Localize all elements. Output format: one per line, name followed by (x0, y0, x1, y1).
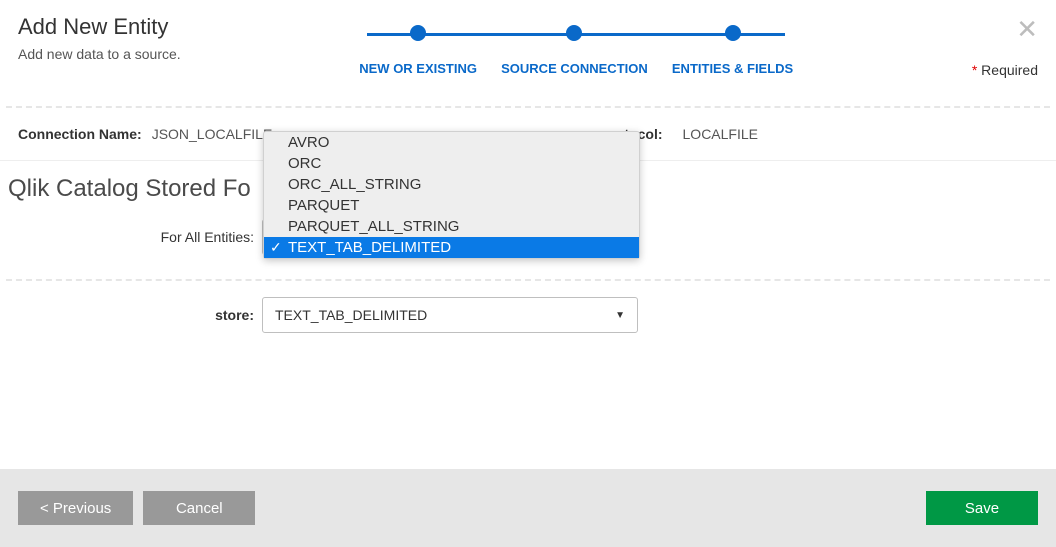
connection-name-value: JSON_LOCALFILE_ (152, 126, 280, 142)
dialog-footer: < Previous Cancel Save (0, 469, 1056, 547)
close-icon[interactable]: ✕ (1016, 16, 1038, 42)
page-title: Add New Entity (18, 14, 181, 40)
connection-protocol-value: LOCALFILE (683, 126, 758, 142)
divider (6, 279, 1050, 281)
step-label: SOURCE CONNECTION (501, 61, 648, 76)
connection-name-label: Connection Name: (18, 126, 142, 142)
step-dot-icon (410, 25, 426, 41)
page-subtitle: Add new data to a source. (18, 46, 181, 62)
step-source-connection[interactable]: SOURCE CONNECTION (501, 25, 648, 76)
step-label: NEW OR EXISTING (359, 61, 477, 76)
step-dot-icon (566, 25, 582, 41)
dropdown-option[interactable]: PARQUET_ALL_STRING (264, 216, 639, 237)
all-entities-label: For All Entities: (0, 229, 262, 245)
store-select[interactable]: TEXT_TAB_DELIMITED ▼ (262, 297, 638, 333)
format-dropdown[interactable]: AVROORCORC_ALL_STRINGPARQUETPARQUET_ALL_… (263, 131, 640, 259)
step-new-or-existing[interactable]: NEW OR EXISTING (359, 25, 477, 76)
wizard-stepper: NEW OR EXISTING SOURCE CONNECTION ENTITI… (181, 14, 972, 78)
step-dot-icon (725, 25, 741, 41)
required-asterisk-icon: * (972, 62, 977, 78)
chevron-down-icon: ▼ (615, 310, 625, 321)
store-label: store: (0, 307, 262, 323)
dropdown-option[interactable]: ORC (264, 153, 639, 174)
required-note: * Required (972, 62, 1038, 78)
step-entities-fields[interactable]: ENTITIES & FIELDS (672, 25, 793, 76)
dropdown-option[interactable]: ORC_ALL_STRING (264, 174, 639, 195)
dropdown-option[interactable]: TEXT_TAB_DELIMITED (264, 237, 639, 258)
required-label: Required (981, 62, 1038, 78)
previous-button[interactable]: < Previous (18, 491, 133, 525)
dropdown-option[interactable]: PARQUET (264, 195, 639, 216)
dropdown-option[interactable]: AVRO (264, 132, 639, 153)
cancel-button[interactable]: Cancel (143, 491, 255, 525)
store-row: store: TEXT_TAB_DELIMITED ▼ (0, 293, 1056, 347)
dialog-header: Add New Entity Add new data to a source.… (0, 0, 1056, 82)
step-label: ENTITIES & FIELDS (672, 61, 793, 76)
save-button[interactable]: Save (926, 491, 1038, 525)
store-select-value: TEXT_TAB_DELIMITED (275, 307, 427, 323)
